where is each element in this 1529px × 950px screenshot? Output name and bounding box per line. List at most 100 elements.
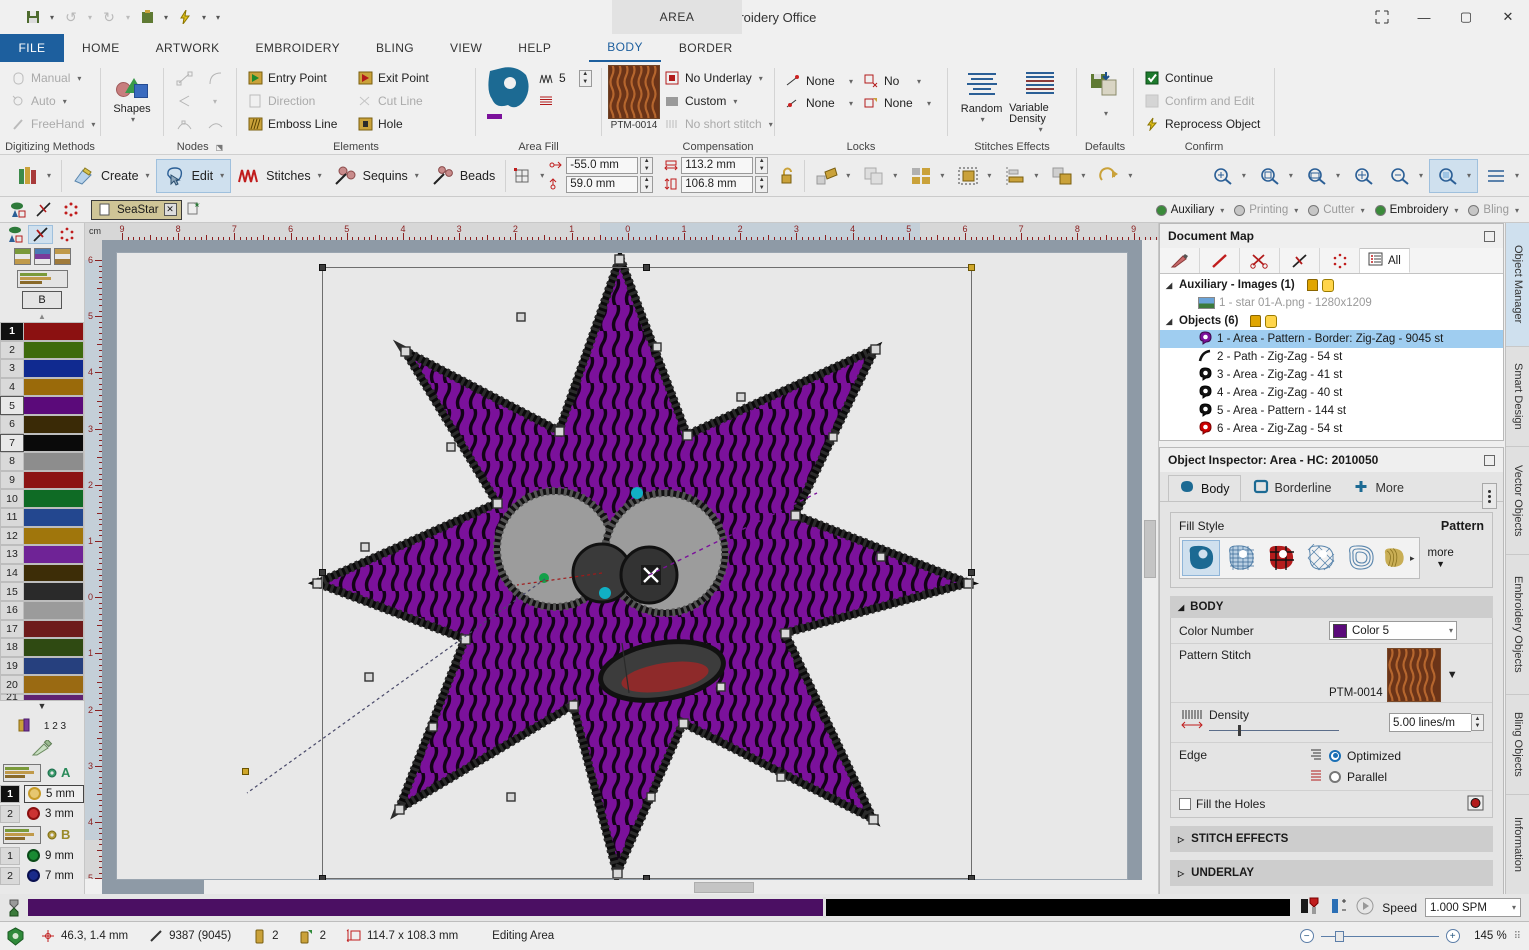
layer-toggle-printing[interactable]: Printing ▾ — [1230, 204, 1302, 216]
color-row-13[interactable]: 13 — [0, 545, 84, 564]
direction-button[interactable]: Direction — [243, 90, 353, 112]
needle-row-a2[interactable]: 2 3 mm — [0, 804, 84, 824]
group-tool-button[interactable]: ▾ — [903, 159, 950, 193]
chevron-down-icon[interactable]: ▾ — [769, 120, 773, 129]
radio-parallel[interactable] — [1329, 770, 1341, 783]
area-fill-preview-icon[interactable] — [482, 65, 534, 114]
color-row-11[interactable]: 11 — [0, 507, 84, 527]
random-button[interactable]: Random ▾ — [954, 65, 1009, 124]
bulb-icon[interactable] — [1265, 314, 1278, 328]
design-page[interactable] — [116, 244, 1128, 887]
x-position-input[interactable]: -55.0 mm — [566, 156, 639, 174]
chevron-down-icon[interactable]: ▾ — [1361, 206, 1365, 215]
measure-button[interactable]: ▾ — [1478, 159, 1525, 193]
palette-view-mode-1[interactable] — [13, 248, 31, 265]
chevron-down-icon[interactable]: ▾ — [63, 97, 67, 106]
no-short-stitch-button[interactable]: No short stitch ▾ — [660, 113, 777, 135]
color-swatch[interactable] — [24, 414, 84, 434]
chevron-down-icon[interactable]: ▾ — [1034, 171, 1038, 180]
library-button[interactable]: ▾ — [10, 159, 57, 193]
width-input[interactable]: 113.2 mm — [681, 156, 754, 174]
color-swatch[interactable] — [24, 507, 84, 527]
resize-handle-e[interactable] — [968, 569, 975, 576]
section-header-stitch-effects[interactable]: ▷ STITCH EFFECTS — [1170, 826, 1493, 852]
zoom-selection-button[interactable]: ▾ — [1428, 158, 1478, 193]
chevron-down-icon[interactable]: ▾ — [1467, 171, 1471, 180]
radio-optimized[interactable] — [1329, 749, 1341, 762]
color-row-4[interactable]: 4 — [0, 377, 84, 397]
speed-select[interactable]: 1.000 SPM ▾ — [1425, 898, 1521, 917]
fill-style-solid[interactable] — [1182, 540, 1220, 576]
color-swatch[interactable] — [24, 470, 84, 490]
color-row-17[interactable]: 17 — [0, 619, 84, 639]
lightning-caret-icon[interactable]: ▾ — [198, 5, 210, 29]
color-swatch[interactable] — [24, 582, 84, 601]
inspector-tab-body[interactable]: Body — [1168, 475, 1241, 501]
tree-item-object-2[interactable]: 2 - Path - Zig-Zag - 54 st — [1160, 348, 1503, 366]
reprocess-object-button[interactable]: Reprocess Object — [1140, 113, 1264, 135]
chevron-down-icon[interactable]: ▾ — [91, 120, 95, 129]
color-swatch[interactable] — [24, 675, 84, 694]
chevron-down-icon[interactable]: ▾ — [1081, 171, 1085, 180]
color-swatch[interactable] — [24, 452, 84, 471]
mirror-tool-button[interactable]: ▾ — [856, 159, 903, 193]
section-header-underlay[interactable]: ▷ UNDERLAY — [1170, 860, 1493, 886]
color-row-3[interactable]: 3 — [0, 359, 84, 378]
vtab-object-manager[interactable]: Object Manager — [1506, 223, 1529, 347]
fill-style-more-button[interactable]: more ▼ — [1428, 547, 1454, 569]
resize-handle-ne[interactable] — [968, 264, 975, 271]
ribbon-tab-artwork[interactable]: ARTWORK — [138, 34, 238, 62]
ribbon-tab-help[interactable]: HELP — [500, 34, 569, 62]
zoom-box-button[interactable]: ▾ — [1252, 159, 1299, 193]
curve-node-icon[interactable] — [201, 67, 229, 89]
tree-item-object-1[interactable]: 1 - Area - Pattern - Border: Zig-Zag - 9… — [1160, 330, 1503, 348]
edit-button[interactable]: Edit ▾ — [155, 158, 232, 193]
vtab-information[interactable]: Information — [1506, 795, 1529, 895]
resize-handle-w[interactable] — [319, 569, 326, 576]
fill-style-contour[interactable] — [1382, 540, 1406, 576]
chevron-down-icon[interactable]: ▾ — [927, 99, 931, 108]
edge-option-optimized[interactable]: Optimized — [1309, 748, 1401, 763]
lightning-icon[interactable] — [174, 5, 196, 29]
canvas-vertical-scrollbar[interactable] — [1142, 240, 1158, 880]
vtab-vector-objects[interactable]: Vector Objects — [1506, 447, 1529, 555]
chevron-down-icon[interactable]: ▾ — [131, 115, 135, 124]
docmap-tab-bling[interactable] — [1320, 248, 1360, 273]
line-node-icon[interactable] — [170, 67, 198, 89]
ribbon-tab-border[interactable]: BORDER — [661, 34, 751, 62]
lock-icon[interactable] — [1306, 279, 1318, 291]
save-icon[interactable] — [22, 5, 44, 29]
expand-triangle-icon[interactable]: ▷ — [1178, 835, 1184, 844]
sequins-button[interactable]: Sequins ▾ — [328, 159, 425, 193]
pattern-stitch-dropdown-icon[interactable]: ▼ — [1447, 669, 1458, 681]
color-swatch[interactable] — [24, 619, 84, 639]
chevron-down-icon[interactable]: ▾ — [981, 115, 985, 124]
context-tab-area[interactable]: AREA — [612, 0, 742, 34]
color-row-21[interactable]: 21 — [0, 693, 84, 701]
lock-start-row[interactable]: None ▾ No ▾ — [781, 70, 925, 92]
zoom-slider-knob[interactable] — [1334, 930, 1344, 942]
tree-item-object-5[interactable]: 5 - Area - Pattern - 144 st — [1160, 402, 1503, 420]
color-swatch[interactable] — [24, 377, 84, 397]
tree-item-object-6[interactable]: 6 - Area - Zig-Zag - 54 st — [1160, 420, 1503, 438]
ribbon-tab-view[interactable]: VIEW — [432, 34, 500, 62]
color-row-19[interactable]: 19 — [0, 656, 84, 676]
artwork-tab-icon[interactable] — [4, 200, 29, 219]
color-row-8[interactable]: 8 — [0, 452, 84, 471]
chevron-down-icon[interactable]: ▾ — [1104, 109, 1108, 118]
rotate-tool-button[interactable]: ▾ — [809, 159, 856, 193]
y-position-spinner[interactable]: ▲ ▼ — [640, 175, 654, 193]
tree-item-object-3[interactable]: 3 - Area - Zig-Zag - 41 st — [1160, 366, 1503, 384]
horizontal-ruler[interactable]: cm 9876543210123456789 — [85, 223, 1158, 240]
ribbon-tab-file[interactable]: FILE — [0, 34, 64, 62]
needle-group-b-chart[interactable] — [3, 825, 41, 844]
height-input[interactable]: 106.8 mm — [681, 175, 754, 193]
chevron-down-icon[interactable]: ▾ — [849, 77, 853, 86]
color-swatch[interactable] — [24, 433, 84, 453]
color-row-20[interactable]: 20 — [0, 675, 84, 694]
cusp-node-icon[interactable] — [201, 113, 229, 135]
needle-row-b2[interactable]: 2 7 mm — [0, 866, 84, 886]
chevron-down-icon[interactable]: ▾ — [146, 171, 150, 180]
embroidery-tab-icon[interactable] — [31, 200, 56, 219]
chevron-down-icon[interactable]: ▾ — [1289, 171, 1293, 180]
